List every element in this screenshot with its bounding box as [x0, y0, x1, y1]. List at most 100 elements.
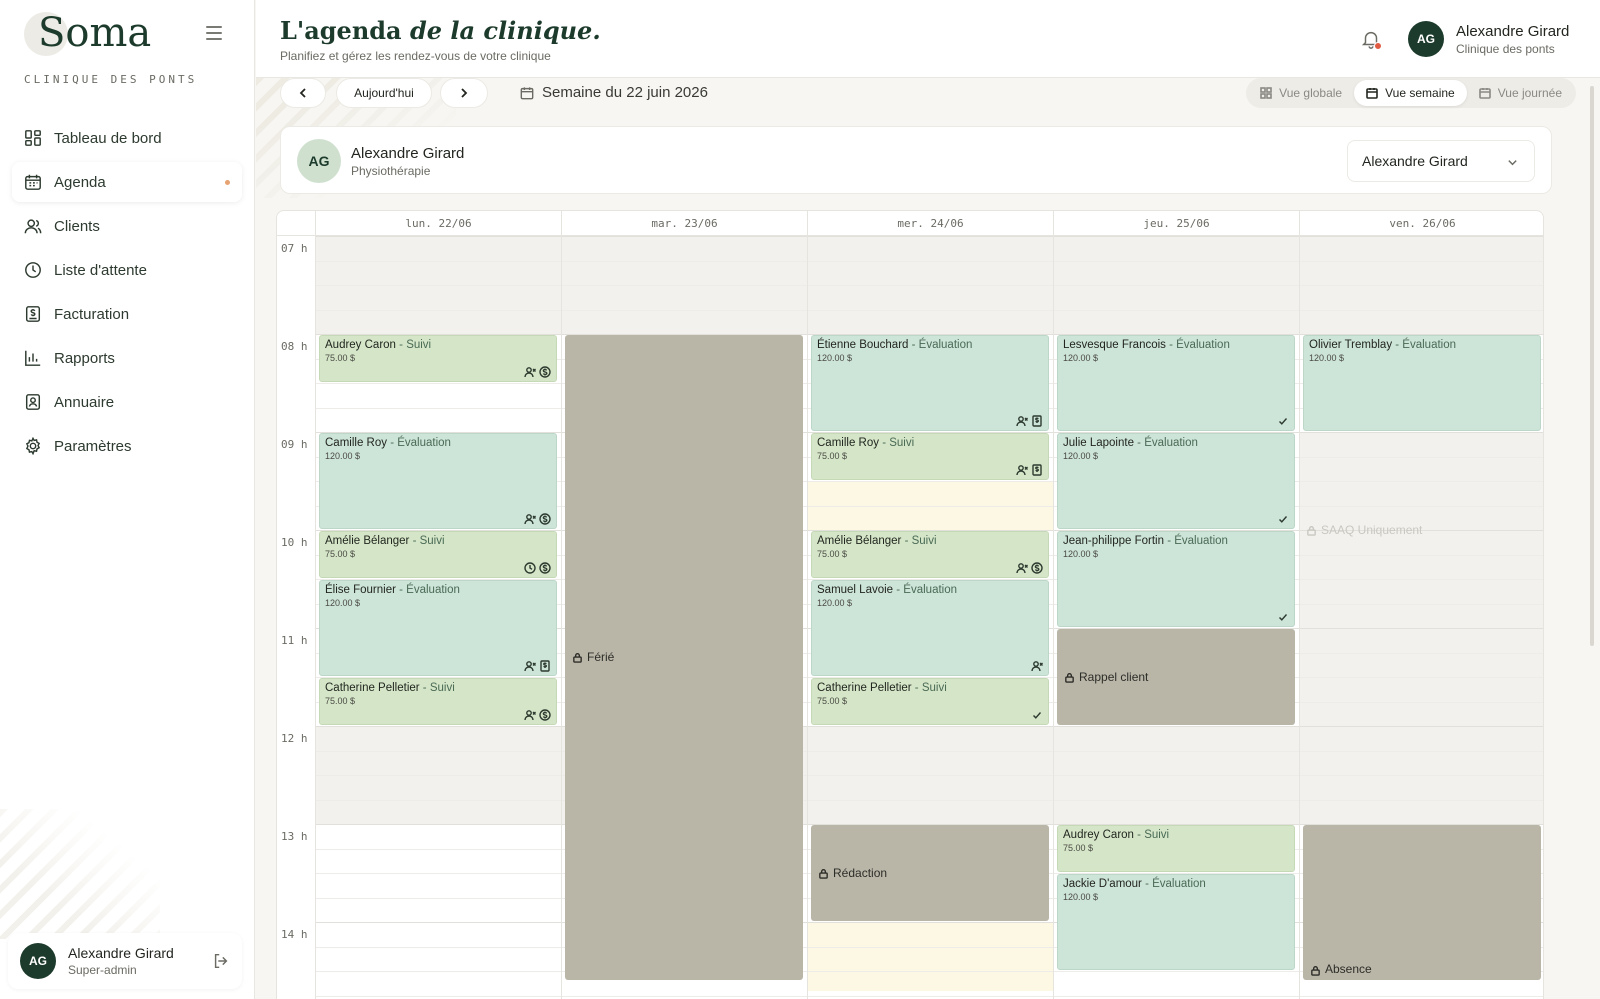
blocked-period[interactable]: Rédaction — [811, 825, 1049, 921]
time-slot[interactable] — [316, 236, 561, 261]
time-slot[interactable] — [1054, 260, 1299, 286]
appointment-card[interactable]: Olivier Tremblay - Évaluation 120.00 $ — [1303, 335, 1541, 431]
time-slot[interactable] — [316, 407, 561, 433]
blocked-period[interactable]: Absence — [1303, 825, 1541, 980]
time-slot[interactable] — [808, 922, 1053, 947]
time-slot[interactable] — [1054, 236, 1299, 261]
previous-week-button[interactable] — [280, 78, 326, 108]
appointment-card[interactable]: Jackie D'amour - Évaluation 120.00 $ — [1057, 874, 1295, 970]
calendar-scrollbar[interactable] — [1590, 86, 1594, 646]
time-slot[interactable] — [316, 897, 561, 923]
sidebar-item-clients[interactable]: Clients — [12, 206, 242, 246]
time-slot[interactable] — [1054, 750, 1299, 776]
time-slot[interactable] — [1300, 726, 1543, 751]
time-slot[interactable] — [1300, 701, 1543, 727]
day-header[interactable]: mar. 23/06 — [561, 211, 807, 236]
sidebar-item-directory[interactable]: Annuaire — [12, 382, 242, 422]
appointment-card[interactable]: Audrey Caron - Suivi 75.00 $ — [1057, 825, 1295, 872]
blocked-period[interactable]: Rappel client — [1057, 629, 1295, 725]
time-slot[interactable] — [808, 750, 1053, 776]
time-slot[interactable] — [1054, 775, 1299, 800]
time-slot[interactable] — [562, 260, 807, 286]
time-slot[interactable] — [562, 309, 807, 335]
appointment-card[interactable]: Camille Roy - Suivi 75.00 $ — [811, 433, 1049, 480]
time-slot[interactable] — [1300, 285, 1543, 310]
time-slot[interactable] — [808, 946, 1053, 972]
time-slot[interactable] — [808, 260, 1053, 286]
time-slot[interactable] — [562, 236, 807, 261]
time-slot[interactable] — [1300, 481, 1543, 506]
appointment-card[interactable]: Jean-philippe Fortin - Évaluation 120.00 … — [1057, 531, 1295, 627]
today-button[interactable]: Aujourd'hui — [336, 78, 432, 108]
time-slot[interactable] — [316, 848, 561, 874]
time-slot[interactable] — [1300, 579, 1543, 604]
time-slot[interactable] — [808, 481, 1053, 506]
appointment-card[interactable]: Amélie Bélanger - Suivi 75.00 $ — [319, 531, 557, 578]
time-slot[interactable] — [1300, 260, 1543, 286]
day-column[interactable]: Rappel client Lesvesque Francois - Évalua… — [1053, 236, 1299, 999]
time-slot[interactable] — [808, 285, 1053, 310]
day-column[interactable]: Rédaction Étienne Bouchard - Évaluation 12… — [807, 236, 1053, 999]
time-slot[interactable] — [316, 946, 561, 972]
logout-icon[interactable] — [212, 952, 230, 970]
appointment-card[interactable]: Lesvesque Francois - Évaluation 120.00 $ — [1057, 335, 1295, 431]
time-slot[interactable] — [1300, 677, 1543, 702]
time-slot[interactable] — [1300, 652, 1543, 678]
day-column[interactable]: Absence SAAQ Uniquement Olivier Tremblay -… — [1299, 236, 1543, 999]
sidebar-item-agenda[interactable]: Agenda — [12, 162, 242, 202]
time-slot[interactable] — [1054, 799, 1299, 825]
day-header[interactable]: mer. 24/06 — [807, 211, 1053, 236]
time-slot[interactable] — [808, 799, 1053, 825]
view-day-button[interactable]: Vue journée — [1467, 80, 1574, 106]
blocked-period[interactable]: Férié — [565, 335, 803, 980]
sidebar-item-dashboard[interactable]: Tableau de bord — [12, 118, 242, 158]
time-slot[interactable] — [808, 309, 1053, 335]
day-header[interactable]: lun. 22/06 — [315, 211, 561, 236]
appointment-card[interactable]: Samuel Lavoie - Évaluation 120.00 $ — [811, 580, 1049, 676]
notifications-button[interactable] — [1360, 28, 1382, 50]
time-slot[interactable] — [808, 775, 1053, 800]
time-slot[interactable] — [1054, 726, 1299, 751]
sidebar-item-settings[interactable]: Paramètres — [12, 426, 242, 466]
time-slot[interactable] — [808, 995, 1053, 999]
time-slot[interactable] — [1300, 775, 1543, 800]
time-slot[interactable] — [1300, 309, 1543, 335]
view-week-button[interactable]: Vue semaine — [1354, 80, 1467, 106]
time-slot[interactable] — [316, 309, 561, 335]
time-slot[interactable] — [808, 505, 1053, 531]
appointment-card[interactable]: Élise Fournier - Évaluation 120.00 $ — [319, 580, 557, 676]
sidebar-item-billing[interactable]: Facturation — [12, 294, 242, 334]
time-slot[interactable] — [1300, 750, 1543, 776]
appointment-card[interactable]: Amélie Bélanger - Suivi 75.00 $ — [811, 531, 1049, 578]
time-slot[interactable] — [316, 775, 561, 800]
time-slot[interactable] — [316, 799, 561, 825]
appointment-card[interactable]: Catherine Pelletier - Suivi 75.00 $ — [319, 678, 557, 725]
appointment-card[interactable]: Audrey Caron - Suivi 75.00 $ — [319, 335, 557, 382]
next-week-button[interactable] — [440, 78, 488, 108]
day-column[interactable]: Férié — [561, 236, 807, 999]
logo[interactable]: Soma — [24, 10, 151, 56]
time-slot[interactable] — [1054, 971, 1299, 996]
header-user[interactable]: AG Alexandre Girard Clinique des ponts — [1408, 21, 1569, 57]
time-slot[interactable] — [1300, 554, 1543, 580]
time-slot[interactable] — [1300, 799, 1543, 825]
practitioner-select[interactable]: Alexandre Girard — [1347, 140, 1535, 182]
time-slot[interactable] — [1300, 432, 1543, 457]
day-header[interactable]: ven. 26/06 — [1299, 211, 1543, 236]
time-slot[interactable] — [316, 285, 561, 310]
appointment-card[interactable]: Étienne Bouchard - Évaluation 120.00 $ — [811, 335, 1049, 431]
menu-toggle-icon[interactable] — [206, 26, 222, 40]
time-slot[interactable] — [1300, 236, 1543, 261]
avatar[interactable]: AG — [20, 943, 56, 979]
time-slot[interactable] — [562, 285, 807, 310]
time-slot[interactable] — [316, 383, 561, 408]
day-column[interactable]: Audrey Caron - Suivi 75.00 $ Camille Roy -… — [315, 236, 561, 999]
time-slot[interactable] — [316, 971, 561, 996]
time-slot[interactable] — [316, 260, 561, 286]
appointment-card[interactable]: Catherine Pelletier - Suivi 75.00 $ — [811, 678, 1049, 725]
time-slot[interactable] — [1300, 456, 1543, 482]
time-slot[interactable] — [316, 726, 561, 751]
time-slot[interactable] — [808, 236, 1053, 261]
sidebar-item-reports[interactable]: Rapports — [12, 338, 242, 378]
time-slot[interactable] — [1300, 628, 1543, 653]
